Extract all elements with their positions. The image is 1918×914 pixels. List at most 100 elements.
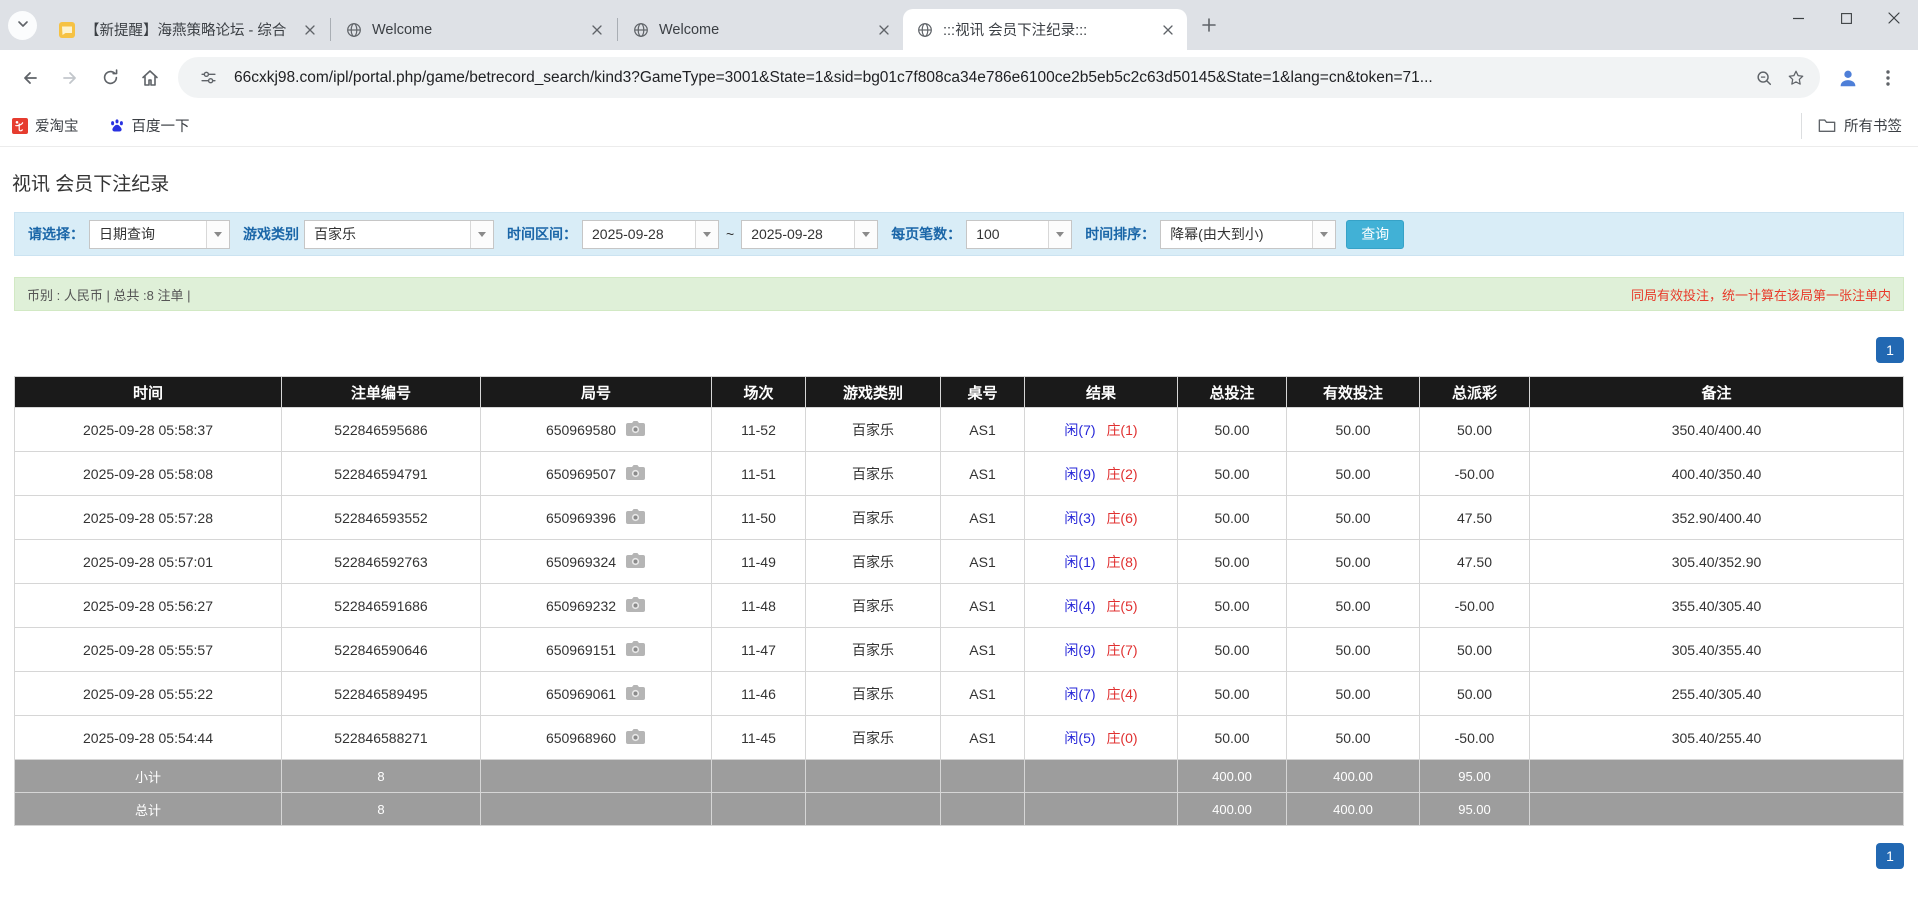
close-button[interactable] — [1870, 0, 1918, 36]
taobao-icon — [12, 118, 28, 134]
cell-game-type: 百家乐 — [806, 628, 941, 672]
page-size-input[interactable]: 100 — [966, 220, 1072, 249]
round-id: 650968960 — [546, 730, 616, 746]
back-button[interactable] — [10, 58, 50, 98]
camera-icon[interactable] — [625, 508, 646, 528]
table-row: 2025-09-28 05:57:01 522846592763 6509693… — [15, 540, 1904, 584]
col-header-session: 场次 — [712, 377, 806, 408]
game-type-select[interactable]: 百家乐 — [304, 220, 494, 249]
chevron-down-icon[interactable] — [206, 221, 229, 248]
cell-remark: 305.40/255.40 — [1530, 716, 1904, 760]
cell-table-no: AS1 — [941, 584, 1025, 628]
cell-total-bet[interactable]: 50.00 — [1178, 672, 1287, 716]
forum-favicon-icon — [58, 21, 75, 38]
date-to-value: 2025-09-28 — [742, 221, 854, 248]
cell-total-bet[interactable]: 50.00 — [1178, 716, 1287, 760]
camera-icon[interactable] — [625, 552, 646, 572]
page-content: 视讯 会员下注纪录 请选择： 日期查询 游戏类别 百家乐 时间区间： 2025-… — [0, 169, 1918, 869]
zoom-icon[interactable] — [1748, 62, 1780, 94]
search-button[interactable]: 查询 — [1346, 220, 1404, 249]
page-1-button[interactable]: 1 — [1876, 337, 1904, 363]
query-type-select[interactable]: 日期查询 — [89, 220, 230, 249]
cell-time: 2025-09-28 05:55:22 — [15, 672, 282, 716]
refresh-button[interactable] — [90, 58, 130, 98]
cell-round: 650969580 — [481, 408, 712, 452]
plus-icon — [1202, 18, 1216, 37]
bookmark-taobao[interactable]: 爱淘宝 — [12, 115, 79, 136]
col-header-game-type: 游戏类别 — [806, 377, 941, 408]
table-row: 2025-09-28 05:57:28 522846593552 6509693… — [15, 496, 1904, 540]
profile-avatar[interactable] — [1828, 58, 1868, 98]
cell-total-bet[interactable]: 50.00 — [1178, 628, 1287, 672]
date-to-select[interactable]: 2025-09-28 — [741, 220, 878, 249]
chevron-down-icon[interactable] — [695, 221, 718, 248]
tab-bet-records-active[interactable]: :::视讯 会员下注纪录::: — [903, 9, 1187, 50]
url-text[interactable]: 66cxkj98.com/ipl/portal.php/game/betreco… — [234, 69, 1738, 87]
tab-search-button[interactable] — [8, 11, 37, 40]
cell-game-type: 百家乐 — [806, 452, 941, 496]
chevron-down-icon[interactable] — [470, 221, 493, 248]
cell-remark: 350.40/400.40 — [1530, 408, 1904, 452]
cell-result: 闲(9) 庄(2) — [1025, 452, 1178, 496]
tab-forum[interactable]: 【新提醒】海燕策略论坛 - 综合 — [45, 9, 329, 50]
round-id: 650969396 — [546, 510, 616, 526]
cell-total-bet[interactable]: 50.00 — [1178, 452, 1287, 496]
result-banker: 庄(8) — [1106, 554, 1137, 570]
page-1-button[interactable]: 1 — [1876, 843, 1904, 869]
cell-game-type: 百家乐 — [806, 496, 941, 540]
cell-total-bet[interactable]: 50.00 — [1178, 496, 1287, 540]
filter-bar: 请选择： 日期查询 游戏类别 百家乐 时间区间： 2025-09-28 ~ 20… — [14, 212, 1904, 256]
sort-select[interactable]: 降幂(由大到小) — [1160, 220, 1336, 249]
col-header-payout: 总派彩 — [1420, 377, 1530, 408]
cell-result: 闲(3) 庄(6) — [1025, 496, 1178, 540]
chevron-down-icon[interactable] — [1048, 221, 1071, 248]
bookmark-baidu[interactable]: 百度一下 — [109, 115, 190, 136]
tab-title: Welcome — [659, 22, 867, 38]
date-from-select[interactable]: 2025-09-28 — [582, 220, 719, 249]
camera-icon[interactable] — [625, 728, 646, 748]
cell-game-type: 百家乐 — [806, 584, 941, 628]
globe-icon — [345, 21, 362, 38]
tab-close-icon[interactable] — [873, 19, 895, 41]
cell-payout: 50.00 — [1420, 628, 1530, 672]
cell-valid-bet: 50.00 — [1287, 540, 1420, 584]
subtotal-row: 小计 8 400.00 400.00 95.00 — [15, 760, 1904, 793]
cell-session: 11-47 — [712, 628, 806, 672]
cell-valid-bet: 50.00 — [1287, 716, 1420, 760]
cell-total-bet[interactable]: 50.00 — [1178, 584, 1287, 628]
minimize-button[interactable] — [1774, 0, 1822, 36]
tab-close-icon[interactable] — [299, 19, 321, 41]
total-count: 8 — [282, 793, 481, 826]
globe-icon — [916, 21, 933, 38]
cell-total-bet[interactable]: 50.00 — [1178, 408, 1287, 452]
camera-icon[interactable] — [625, 684, 646, 704]
menu-icon[interactable] — [1868, 58, 1908, 98]
address-bar[interactable]: 66cxkj98.com/ipl/portal.php/game/betreco… — [178, 57, 1820, 98]
table-row: 2025-09-28 05:58:37 522846595686 6509695… — [15, 408, 1904, 452]
camera-icon[interactable] — [625, 464, 646, 484]
site-info-icon[interactable] — [192, 62, 224, 94]
cell-total-bet[interactable]: 50.00 — [1178, 540, 1287, 584]
chevron-down-icon[interactable] — [1312, 221, 1335, 248]
total-valid-bet: 400.00 — [1287, 793, 1420, 826]
tab-close-icon[interactable] — [1157, 19, 1179, 41]
camera-icon[interactable] — [625, 420, 646, 440]
bookmark-star-icon[interactable] — [1780, 62, 1812, 94]
tab-welcome-1[interactable]: Welcome — [332, 9, 616, 50]
new-tab-button[interactable] — [1191, 9, 1227, 45]
table-row: 2025-09-28 05:56:27 522846591686 6509692… — [15, 584, 1904, 628]
folder-icon — [1818, 118, 1836, 133]
camera-icon[interactable] — [625, 596, 646, 616]
cell-round: 650969151 — [481, 628, 712, 672]
tab-close-icon[interactable] — [586, 19, 608, 41]
forward-button[interactable] — [50, 58, 90, 98]
maximize-button[interactable] — [1822, 0, 1870, 36]
tab-welcome-2[interactable]: Welcome — [619, 9, 903, 50]
camera-icon[interactable] — [625, 640, 646, 660]
table-row: 2025-09-28 05:58:08 522846594791 6509695… — [15, 452, 1904, 496]
table-row: 2025-09-28 05:55:22 522846589495 6509690… — [15, 672, 1904, 716]
all-bookmarks-button[interactable]: 所有书签 — [1801, 113, 1902, 139]
home-button[interactable] — [130, 58, 170, 98]
chevron-down-icon[interactable] — [854, 221, 877, 248]
cell-table-no: AS1 — [941, 496, 1025, 540]
